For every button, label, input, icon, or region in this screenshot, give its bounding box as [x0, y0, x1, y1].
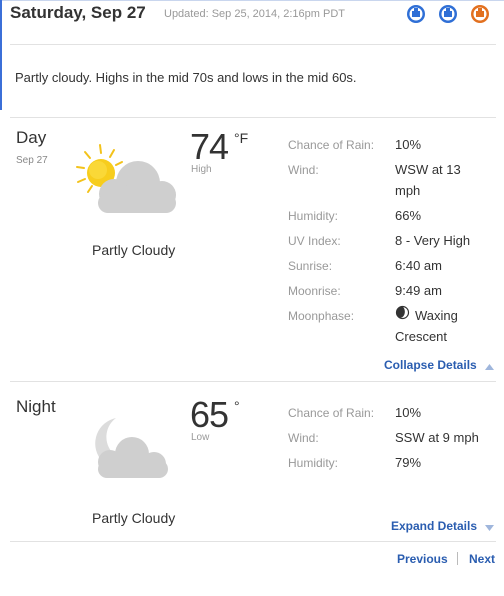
- detail-value: 8 - Very High: [395, 233, 471, 248]
- caret-up-icon: [485, 359, 495, 373]
- divider: [10, 381, 496, 382]
- expand-details-link[interactable]: Expand Details: [391, 519, 495, 534]
- previous-link[interactable]: Previous: [397, 552, 448, 566]
- divider: [10, 117, 496, 118]
- detail-key: Sunrise:: [288, 259, 333, 273]
- forecast-panel: Saturday, Sep 27 Updated: Sep 25, 2014, …: [0, 0, 504, 596]
- sun-cloud-icon: [74, 143, 180, 215]
- page-title: Saturday, Sep 27: [10, 3, 146, 22]
- temperature-high: 74: [190, 126, 229, 167]
- period-date: Sep 27: [16, 155, 48, 166]
- detail-key: Chance of Rain:: [288, 406, 375, 420]
- detail-value: 79%: [395, 455, 422, 470]
- period-label-day: Day: [16, 128, 47, 147]
- detail-key: Humidity:: [288, 209, 339, 223]
- expand-details-label: Expand Details: [391, 519, 478, 533]
- share-icon[interactable]: [438, 4, 458, 24]
- detail-key: Moonrise:: [288, 284, 341, 298]
- share-icon[interactable]: [406, 4, 426, 24]
- detail-value: SSW at 9 mph: [395, 430, 479, 445]
- detail-value: 9:49 am: [395, 283, 442, 298]
- forecast-summary: Partly cloudy. Highs in the mid 70s and …: [15, 70, 357, 85]
- detail-key: Chance of Rain:: [288, 138, 375, 152]
- collapse-details-link[interactable]: Collapse Details: [384, 358, 495, 373]
- divider: [10, 541, 496, 542]
- header-top-border: [2, 0, 504, 1]
- period-label-night: Night: [16, 397, 56, 416]
- accent-edge: [0, 0, 2, 110]
- divider: [10, 44, 496, 45]
- detail-value: 10%: [395, 137, 422, 152]
- detail-value: 10%: [395, 405, 422, 420]
- forecast-header: Saturday, Sep 27 Updated: Sep 25, 2014, …: [0, 0, 504, 110]
- collapse-details-label: Collapse Details: [384, 358, 477, 372]
- detail-value: WSW at 13 mph: [395, 162, 461, 198]
- condition-label: Partly Cloudy: [92, 242, 176, 258]
- detail-key: Wind:: [288, 431, 319, 445]
- temperature-low: 65: [190, 394, 229, 435]
- updated-timestamp: Updated: Sep 25, 2014, 2:16pm PDT: [164, 8, 346, 20]
- detail-key: UV Index:: [288, 234, 341, 248]
- pager-separator: [457, 552, 458, 565]
- detail-value: 66%: [395, 208, 422, 223]
- next-link[interactable]: Next: [469, 552, 495, 566]
- condition-label: Partly Cloudy: [92, 510, 176, 526]
- temperature-label: High: [191, 164, 212, 175]
- caret-down-icon: [485, 520, 495, 534]
- share-icon[interactable]: [470, 4, 490, 24]
- detail-key: Wind:: [288, 163, 319, 177]
- temperature-label: Low: [191, 432, 210, 443]
- temperature-unit: °F: [234, 130, 249, 146]
- moon-cloud-icon: [82, 410, 174, 482]
- detail-value: 6:40 am: [395, 258, 442, 273]
- detail-value: Waxing Crescent: [395, 308, 458, 344]
- detail-key: Humidity:: [288, 456, 339, 470]
- temperature-unit: °: [234, 398, 240, 414]
- detail-key: Moonphase:: [288, 309, 355, 323]
